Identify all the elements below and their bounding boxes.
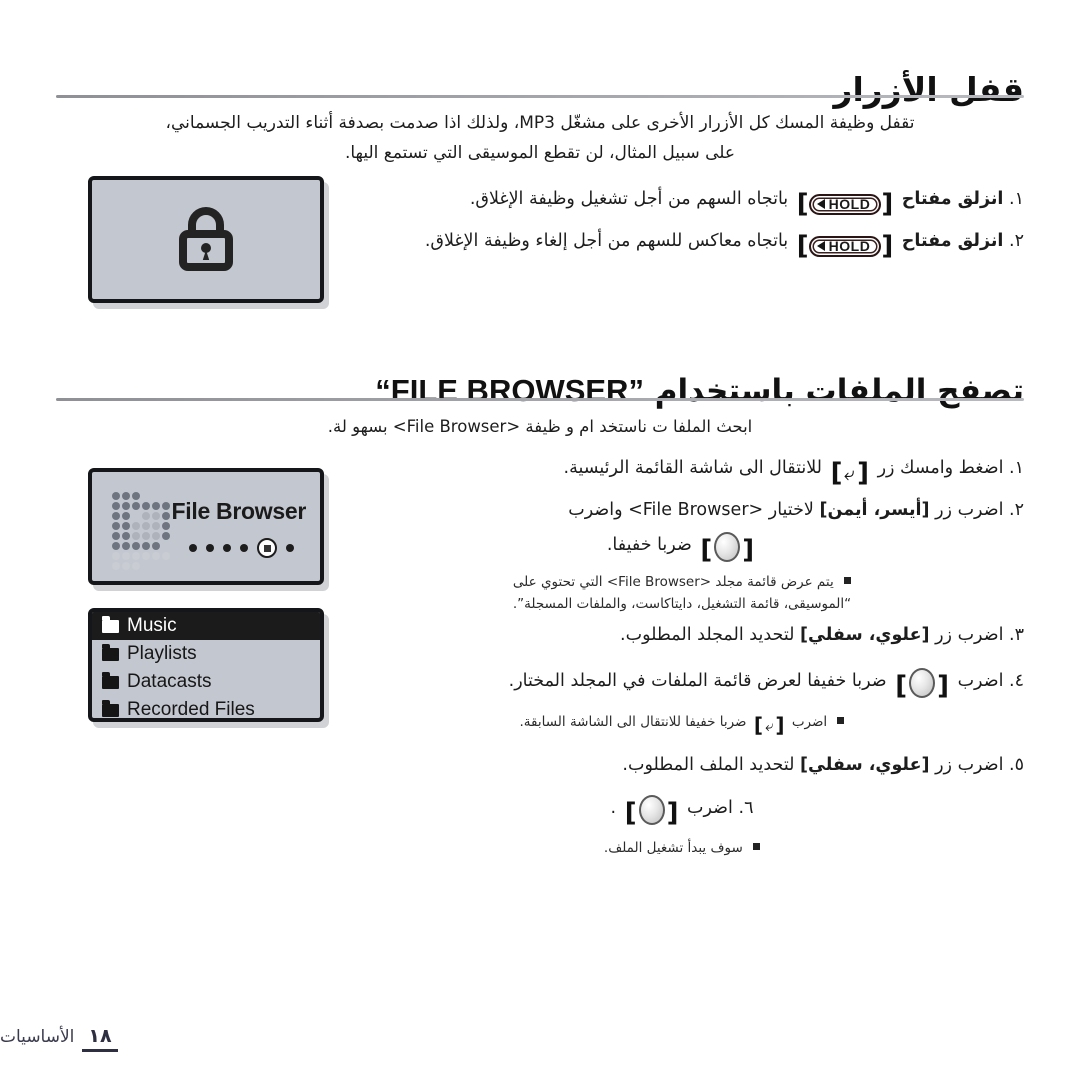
browser-intro: ابحث الملفا ت ناستخد ام و ظيفة <File Bro… <box>327 417 753 436</box>
note-text: يتم عرض قائمة مجلد <File Browser> التي ت… <box>512 574 834 590</box>
note-text-lead: اضرب <box>791 714 828 730</box>
browser-step-4-number: ٤. <box>1009 671 1024 691</box>
file-browser-screen-title: File Browser <box>171 498 307 524</box>
lock-step-2-lead: انزلق مفتاح <box>901 231 1004 251</box>
hold-key-glyph-1[interactable]: [HOLD] <box>797 191 893 218</box>
section-title-lock: قفل الأزرار <box>833 70 1025 110</box>
browser-step-1-number: ١. <box>1009 458 1024 478</box>
folder-label: Datacasts <box>127 671 212 692</box>
browser-step-3-key[interactable]: [علوي، سفلي] <box>800 625 930 645</box>
lock-screen-illustration <box>88 176 324 303</box>
browser-step-2-c: ضربا خفيفا. <box>606 535 692 555</box>
browser-step-1: ١. اضغط وامسك زر [⤷] للانتقال الى شاشة ا… <box>340 455 1024 487</box>
browser-step-6-a: اضرب <box>687 798 733 818</box>
back-key-glyph-note[interactable]: [⤷] <box>754 715 785 735</box>
hold-key-label-1: HOLD <box>828 196 871 212</box>
section-rule-browser <box>56 398 1024 401</box>
browser-step-5-number: ٥. <box>1009 755 1024 775</box>
folder-label: Music <box>127 615 177 636</box>
page-dot <box>223 544 231 552</box>
page-footer: ١٨ الأساسيات <box>0 1025 1024 1052</box>
browser-step-5-key[interactable]: [علوي، سفلي] <box>800 755 930 775</box>
browser-step-4-a: اضرب <box>957 671 1004 691</box>
page-dot-selected <box>257 538 277 558</box>
browser-step-6-number: ٦. <box>738 798 754 818</box>
browser-note-3: سوف يبدأ تشغيل الملف. <box>340 838 1024 858</box>
browser-step-2-b: لاختيار <File Browser> واضرب <box>568 500 814 520</box>
select-key-glyph-2[interactable]: [] <box>700 532 754 564</box>
browser-step-5: ٥. اضرب زر [علوي، سفلي] لتحديد الملف الم… <box>340 752 1024 779</box>
section-rule-lock <box>56 95 1024 98</box>
select-key-glyph-4[interactable]: [] <box>895 668 949 700</box>
folder-icon <box>102 615 119 633</box>
lock-icon <box>179 206 233 271</box>
folder-row-music[interactable]: Music <box>92 612 320 640</box>
page-number: ١٨ <box>82 1025 118 1052</box>
lock-step-1-number: ١. <box>1009 189 1024 209</box>
lock-step-2: ٢. انزلق مفتاح [HOLD] باتجاه معاكس للسهم… <box>340 228 1024 260</box>
browser-step-3-b: لتحديد المجلد المطلوب. <box>620 625 795 645</box>
hold-key-glyph-2[interactable]: [HOLD] <box>797 233 893 260</box>
folder-label: Recorded Files <box>127 699 255 720</box>
lock-step-2-tail: باتجاه معاكس للسهم من أجل إلغاء وظيفة ال… <box>424 231 789 251</box>
browser-step-2-key[interactable]: [أيسر، أيمن] <box>819 500 929 520</box>
browser-step-4-b: ضربا خفيفا لعرض قائمة الملفات في المجلد … <box>508 671 887 691</box>
folder-row-playlists[interactable]: Playlists <box>92 640 320 668</box>
back-key-glyph-1[interactable]: [⤷] <box>831 460 869 487</box>
browser-step-1-b: للانتقال الى شاشة القائمة الرئيسية. <box>563 458 822 478</box>
browser-step-3-a: اضرب زر <box>935 625 1004 645</box>
browser-step-6: ٦. اضرب [] . <box>340 795 1024 827</box>
folder-label: Playlists <box>127 643 197 664</box>
section-title-browser-en: “FILE BROWSER” <box>375 372 644 408</box>
folder-icon <box>102 643 119 661</box>
lock-step-1: ١. انزلق مفتاح [HOLD] باتجاه السهم من أج… <box>340 186 1024 218</box>
lock-intro-line1: تقفل وظيفة المسك كل الأزرار الأخرى على م… <box>165 113 915 133</box>
folder-row-datacasts[interactable]: Datacasts <box>92 668 320 696</box>
browser-note-1-line1: يتم عرض قائمة مجلد <File Browser> التي ت… <box>340 572 1024 592</box>
lock-step-2-number: ٢. <box>1009 231 1024 251</box>
page-dot <box>189 544 197 552</box>
browser-note-1-line2: “الموسيقى، قائمة التشغيل، دايتاكاست، وال… <box>512 596 852 612</box>
browser-step-6-b: . <box>610 798 617 818</box>
browser-step-2-a: اضرب زر <box>935 500 1004 520</box>
section-title-browser-ar: تصفح الملفات باستخدام <box>654 372 1024 409</box>
folder-icon <box>102 699 119 717</box>
folder-icon <box>102 671 119 689</box>
browser-step-2-number: ٢. <box>1009 500 1024 520</box>
hold-key-label-2: HOLD <box>828 238 871 254</box>
browser-step-5-b: لتحديد الملف المطلوب. <box>622 755 795 775</box>
footer-section-label: الأساسيات <box>0 1027 75 1047</box>
bullet-marker <box>844 577 852 584</box>
folder-row-recorded-files[interactable]: Recorded Files <box>92 696 320 720</box>
browser-step-3: ٣. اضرب زر [علوي، سفلي] لتحديد المجلد ال… <box>340 622 1024 649</box>
page-dot <box>240 544 248 552</box>
browser-step-2: ٢. اضرب زر [أيسر، أيمن] لاختيار <File Br… <box>340 497 1024 524</box>
browser-step-5-a: اضرب زر <box>935 755 1004 775</box>
manual-page: قفل الأزرار تقفل وظيفة المسك كل الأزرار … <box>0 0 1080 1080</box>
file-browser-screen-illustration: File Browser <box>88 468 324 585</box>
browser-step-2-cont: [] ضربا خفيفا. <box>340 532 1024 564</box>
lock-step-1-lead: انزلق مفتاح <box>901 189 1004 209</box>
file-browser-page-dots <box>189 538 294 558</box>
lock-intro-line2: على سبيل المثال، لن تقطع الموسيقى التي ت… <box>344 143 736 163</box>
bullet-marker <box>753 843 761 850</box>
page-dot <box>286 544 294 552</box>
note-text-tail: ضربا خفيفا للانتقال الى الشاشة السابقة. <box>519 714 747 730</box>
section-title-browser: تصفح الملفات باستخدام “FILE BROWSER” <box>56 373 1024 409</box>
browser-step-3-number: ٣. <box>1009 625 1024 645</box>
file-browser-folder-list-illustration: Music Playlists Datacasts Recorded Files <box>88 608 324 722</box>
bullet-marker <box>837 717 845 724</box>
select-key-glyph-6[interactable]: [] <box>625 795 678 827</box>
page-dot <box>206 544 214 552</box>
browser-note-2: اضرب [⤷] ضربا خفيفا للانتقال الى الشاشة … <box>340 712 1024 735</box>
browser-step-1-a: اضغط وامسك زر <box>877 458 1004 478</box>
lock-step-1-tail: باتجاه السهم من أجل تشغيل وظيفة الإغلاق. <box>469 189 789 209</box>
note-text: سوف يبدأ تشغيل الملف. <box>603 840 743 856</box>
browser-step-4: ٤. اضرب [] ضربا خفيفا لعرض قائمة الملفات… <box>340 668 1024 700</box>
